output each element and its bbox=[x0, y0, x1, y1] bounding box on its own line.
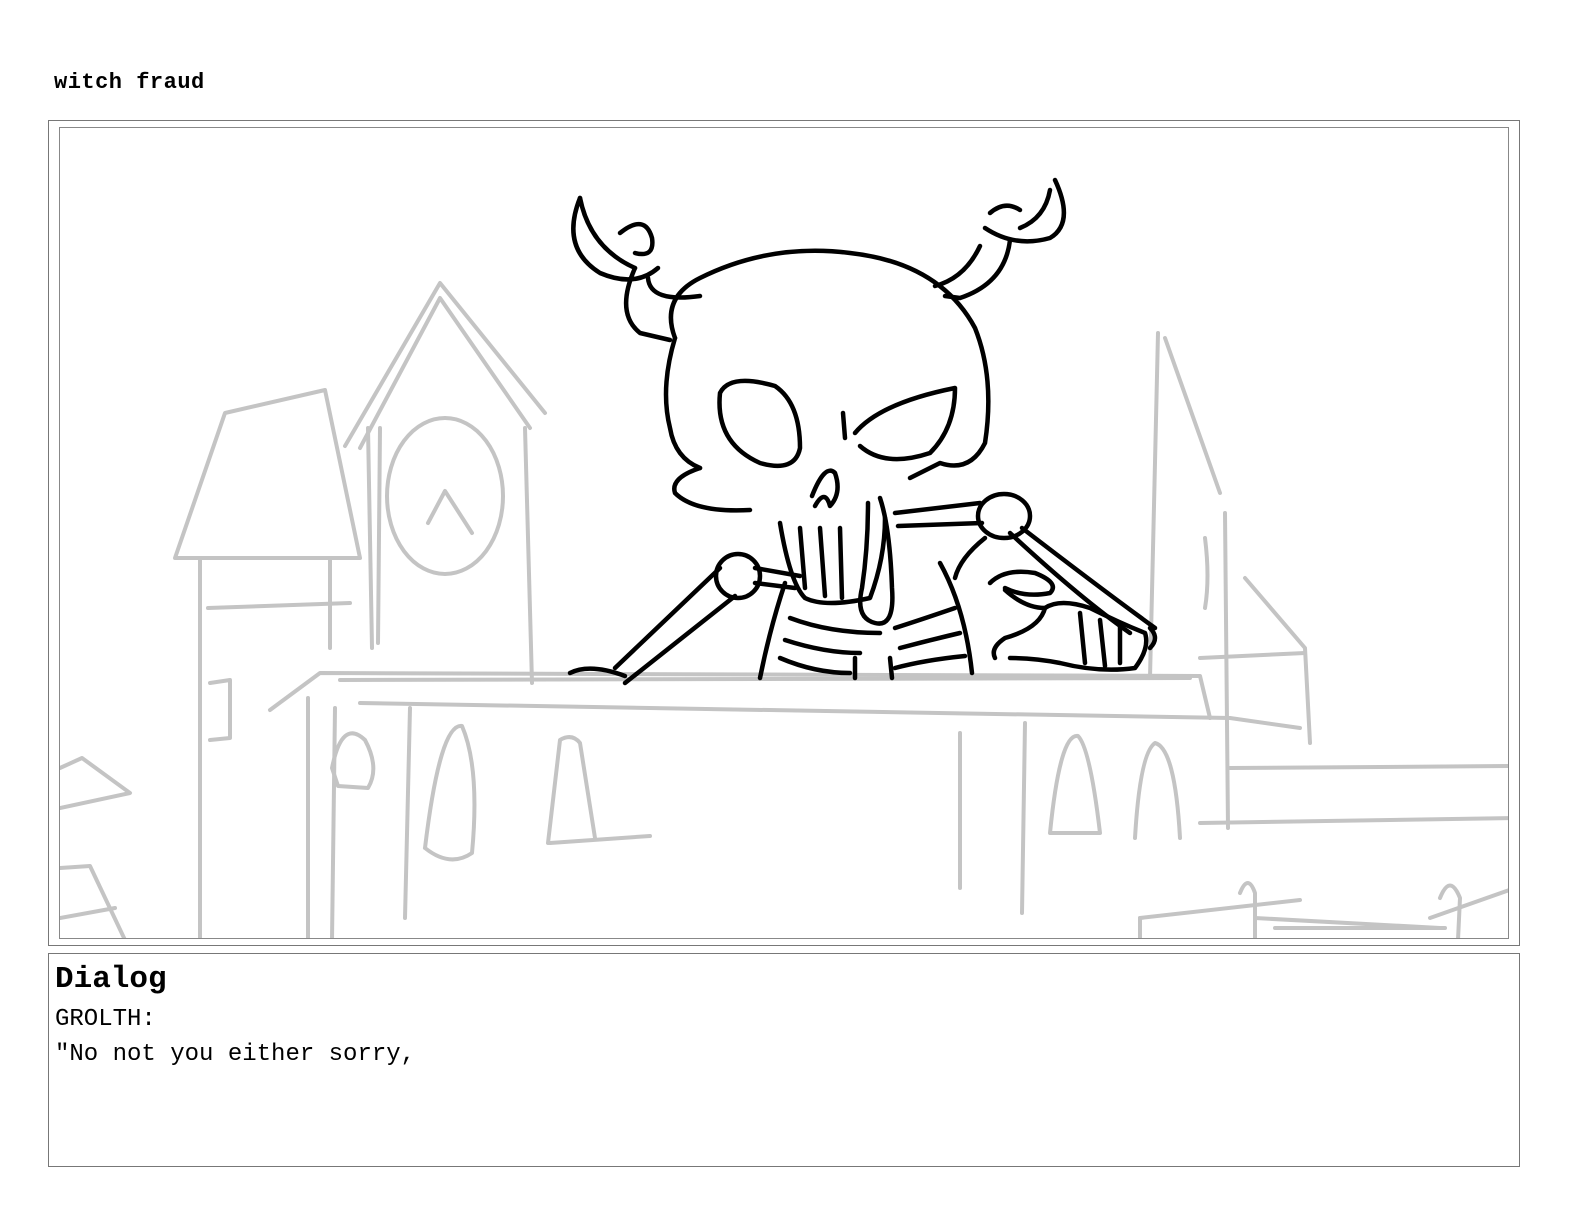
panel-frame bbox=[59, 127, 1509, 939]
document-title: witch fraud bbox=[54, 70, 205, 95]
dialog-text: "No not you either sorry, bbox=[55, 1041, 416, 1068]
dialog-speaker: GROLTH: bbox=[55, 1006, 156, 1033]
storyboard-panel bbox=[48, 120, 1520, 946]
skeleton-character-sketch bbox=[567, 177, 1158, 686]
dialog-heading: Dialog bbox=[55, 962, 167, 997]
background-town-sketch bbox=[60, 281, 1508, 938]
storyboard-sketch bbox=[60, 177, 1508, 938]
dialog-box: Dialog GROLTH: "No not you either sorry, bbox=[48, 953, 1520, 1167]
